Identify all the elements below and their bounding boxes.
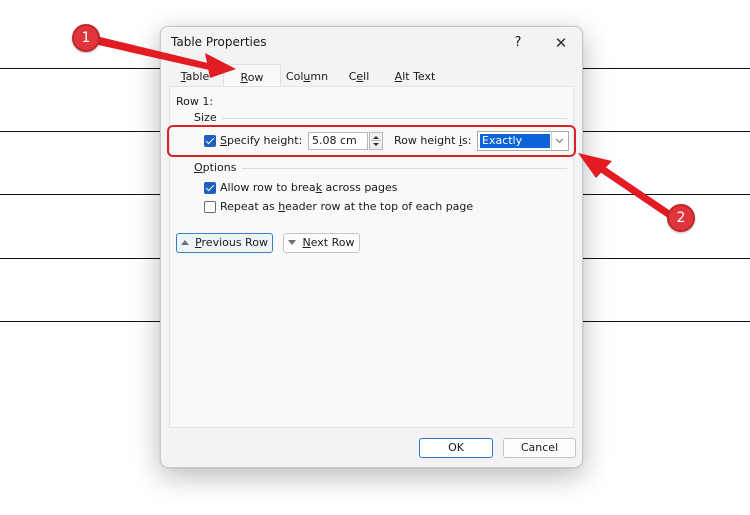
arrow-2	[578, 153, 672, 218]
annotation-arrows	[94, 36, 672, 218]
arrow-1	[94, 36, 236, 78]
annotation-badge-2: 2	[667, 204, 695, 232]
annotation-badge-1: 1	[72, 24, 100, 52]
